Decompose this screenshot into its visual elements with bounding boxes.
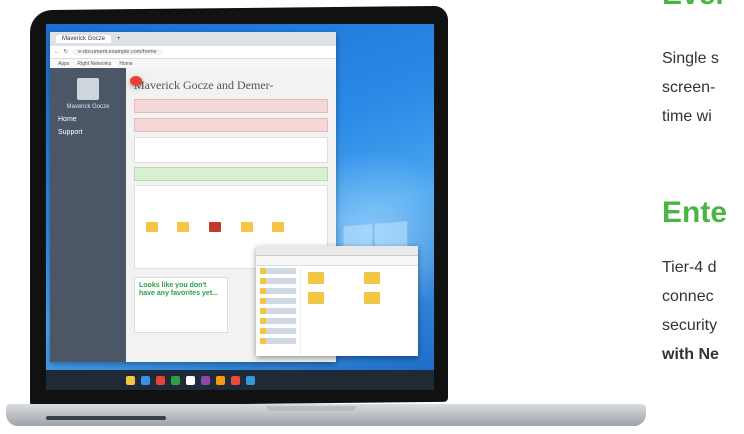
folder-icon[interactable] (240, 222, 253, 232)
sidebar-item-home[interactable]: Home (50, 110, 126, 123)
paragraph-line: Single s (662, 50, 719, 67)
laptop-base (6, 404, 646, 426)
taskbar-explorer-icon[interactable] (126, 375, 135, 385)
nav-item[interactable] (260, 308, 296, 314)
nav-item[interactable] (260, 318, 296, 324)
bookmark-right-networks[interactable]: Right Networks (77, 61, 111, 67)
nav-item[interactable] (260, 288, 296, 294)
taskbar-app-icon[interactable] (201, 375, 210, 385)
laptop-notch (266, 406, 356, 411)
folder-icon[interactable] (272, 222, 285, 232)
folder-icon[interactable] (364, 292, 380, 304)
reload-icon[interactable]: ↻ (64, 49, 69, 55)
paragraph-line: connec (662, 288, 714, 305)
nav-item[interactable] (260, 328, 296, 334)
nav-item[interactable] (260, 298, 296, 304)
section-heading: Ever (662, 0, 727, 12)
taskbar (46, 370, 434, 390)
marketing-text-column: Ever Single s screen- time wi Ente Tier-… (662, 0, 744, 434)
nav-item[interactable] (260, 268, 296, 274)
paragraph-line: security (662, 317, 718, 334)
alert-banner (134, 118, 328, 132)
taskbar-app-icon[interactable] (231, 375, 240, 385)
nav-item[interactable] (260, 338, 296, 344)
pdf-icon[interactable] (209, 222, 222, 232)
explorer-files (308, 272, 412, 304)
nav-item[interactable] (260, 278, 296, 284)
laptop-vents (46, 416, 166, 420)
paragraph-line-bold: with Ne (662, 340, 719, 369)
taskbar-app-icon[interactable] (186, 375, 195, 385)
explorer-nav (256, 264, 301, 356)
taskbar-app-icon[interactable] (246, 375, 255, 385)
laptop-illustration: Maverick Gocze + ← ↻ e-document.example.… (0, 0, 646, 434)
taskbar-app-icon[interactable] (171, 375, 180, 385)
taskbar-app-icon[interactable] (216, 375, 225, 385)
paragraph-line: time wi (662, 108, 712, 125)
new-tab-icon[interactable]: + (117, 36, 121, 42)
sidebar-item-support[interactable]: Support (50, 123, 126, 136)
address-bar: ← ↻ e-document.example.com/home (50, 46, 336, 59)
page-title: Maverick Gocze and Demer- (134, 78, 274, 92)
bookmark-apps[interactable]: Apps (58, 61, 69, 67)
folder-icon[interactable] (145, 222, 158, 232)
paragraph-line: screen- (662, 79, 716, 96)
avatar (77, 78, 99, 100)
paragraph-line: Tier-4 d (662, 259, 717, 276)
section-paragraph: Tier-4 d connec security with Ne (662, 253, 719, 369)
section-heading: Ente (662, 196, 728, 229)
folder-icon[interactable] (177, 222, 190, 232)
browser-tab[interactable]: Maverick Gocze (56, 35, 112, 43)
taskbar-chrome-icon[interactable] (156, 375, 165, 385)
taskbar-app-icon[interactable] (141, 375, 150, 385)
chrome-icon[interactable] (130, 76, 142, 86)
section-paragraph: Single s screen- time wi (662, 44, 719, 131)
back-icon[interactable]: ← (54, 49, 60, 55)
folder-icon[interactable] (364, 272, 380, 284)
favorites-text: Looks like you don't have any favorites … (139, 282, 218, 297)
folder-icon[interactable] (308, 272, 324, 284)
bookmark-home[interactable]: Home (119, 61, 132, 67)
browser-tabs: Maverick Gocze + (50, 32, 336, 46)
alert-banner (134, 99, 328, 113)
explorer-titlebar (256, 246, 418, 256)
file-explorer-window (256, 246, 418, 356)
bold-text: with Ne (662, 346, 719, 363)
apps-panel (134, 137, 328, 163)
favorites-panel: Looks like you don't have any favorites … (134, 277, 228, 333)
laptop-screen: Maverick Gocze + ← ↻ e-document.example.… (46, 24, 434, 390)
url-field[interactable]: e-document.example.com/home (72, 49, 163, 55)
success-bar (134, 167, 328, 181)
folder-icon[interactable] (308, 292, 324, 304)
app-sidebar: Maverick Gocze Home Support (50, 68, 126, 362)
